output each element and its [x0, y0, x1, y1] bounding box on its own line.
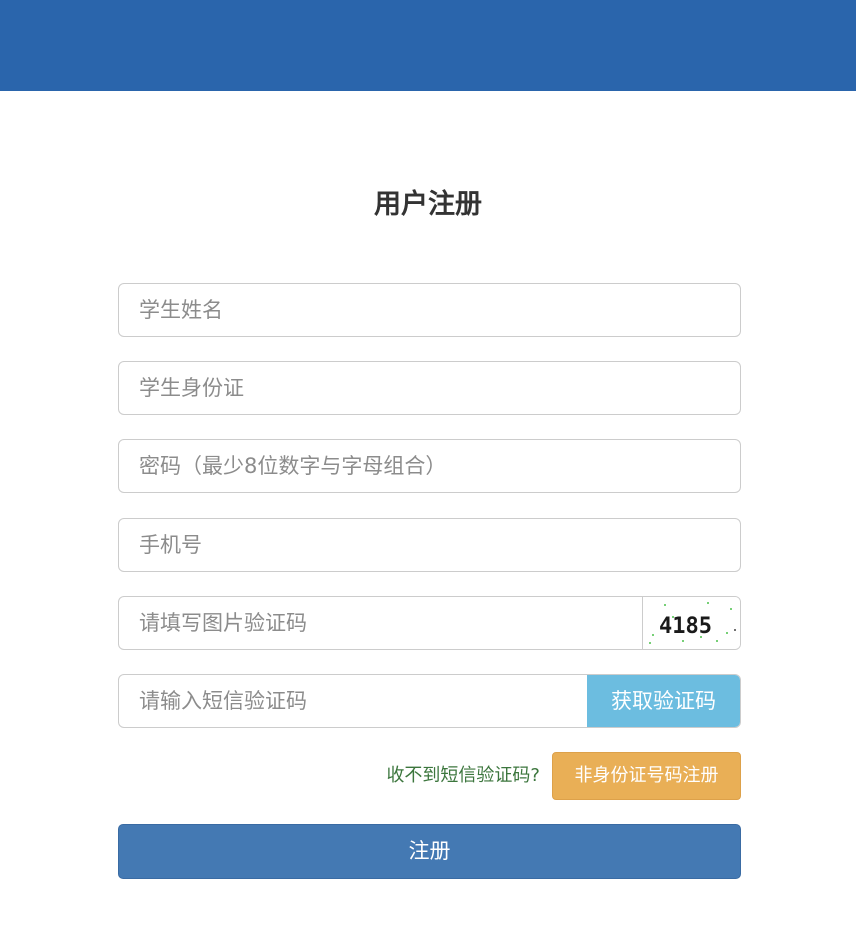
top-header-bar	[0, 0, 856, 91]
image-captcha-input[interactable]	[119, 597, 643, 649]
no-sms-help-link[interactable]: 收不到短信验证码?	[360, 762, 540, 790]
student-name-input[interactable]	[119, 284, 740, 336]
password-field-box	[118, 439, 741, 493]
register-button[interactable]: 注册	[118, 824, 741, 879]
password-input[interactable]	[119, 440, 740, 492]
captcha-text: 4185	[659, 614, 712, 639]
sms-code-input[interactable]	[119, 675, 589, 727]
sms-code-field-box: 获取验证码	[118, 674, 741, 728]
captcha-image-graphic: 4185	[649, 602, 736, 644]
captcha-image[interactable]: 4185	[642, 597, 740, 649]
phone-input[interactable]	[119, 519, 740, 571]
student-id-field-box	[118, 361, 741, 415]
student-name-field-box	[118, 283, 741, 337]
non-id-register-button[interactable]: 非身份证号码注册	[552, 752, 741, 800]
image-captcha-field-box: 4185	[118, 596, 741, 650]
get-sms-code-button[interactable]: 获取验证码	[587, 675, 740, 727]
student-id-input[interactable]	[119, 362, 740, 414]
page-title: 用户注册	[374, 189, 482, 220]
captcha-noise-dot-dark	[734, 629, 736, 631]
phone-field-box	[118, 518, 741, 572]
